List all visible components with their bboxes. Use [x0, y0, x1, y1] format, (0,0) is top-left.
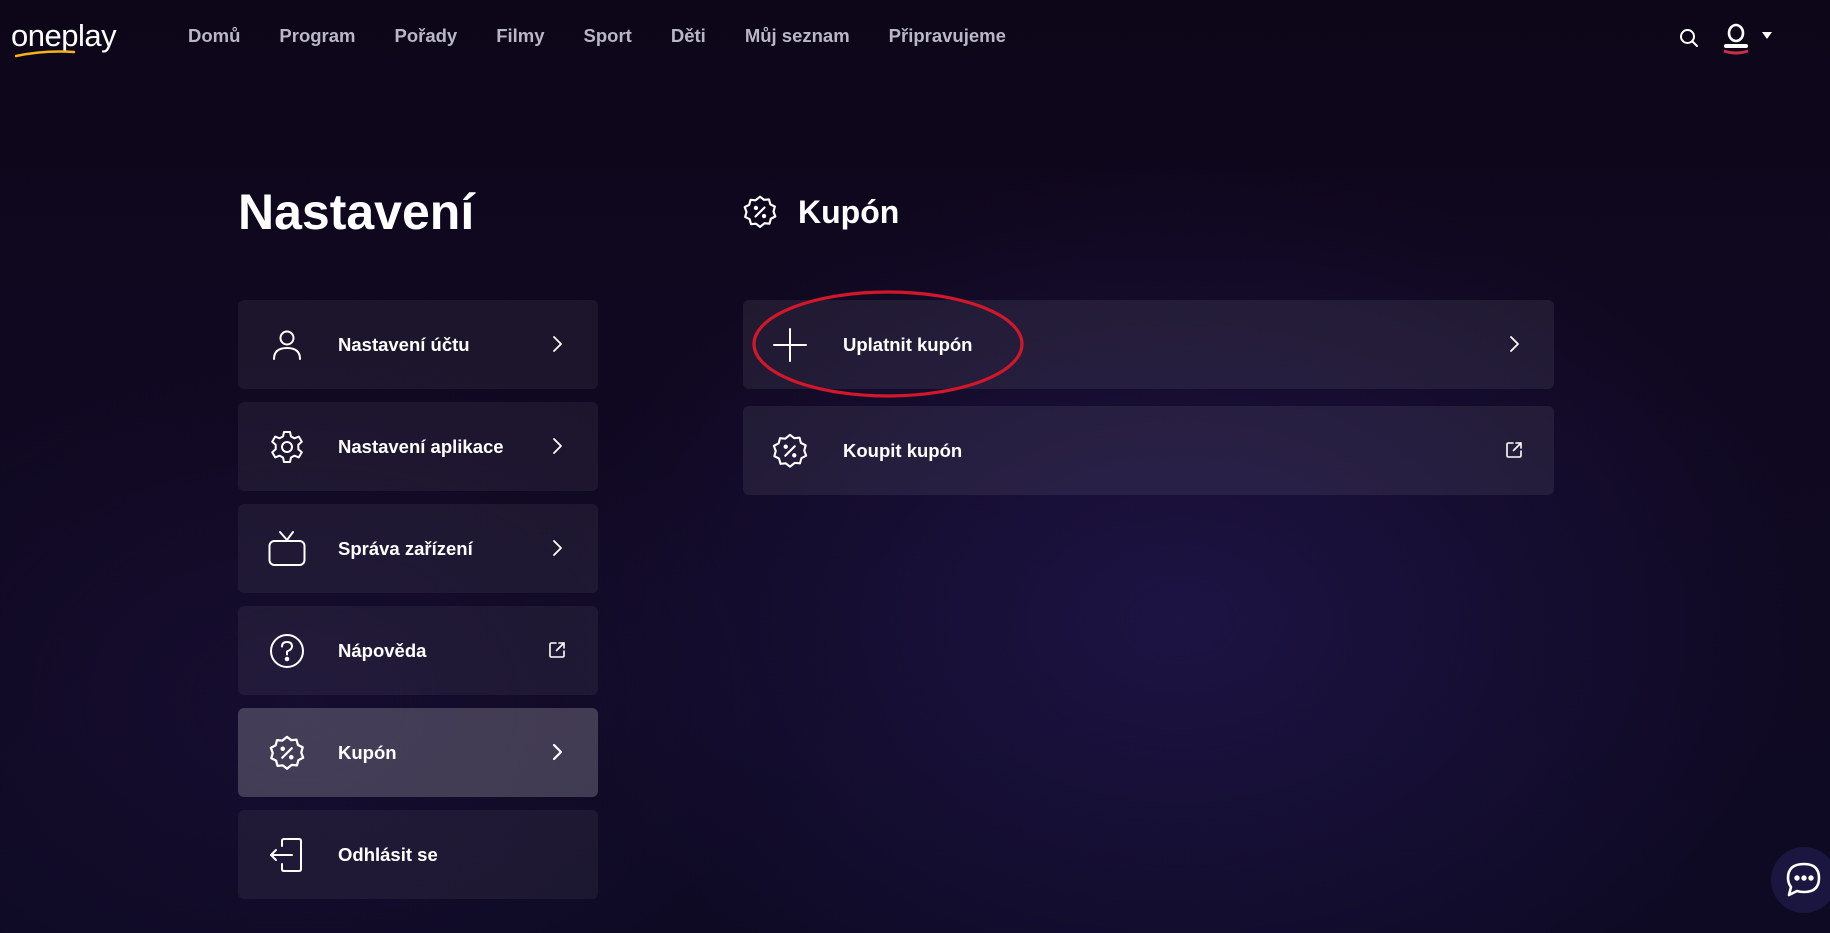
nav-item-domu[interactable]: Domů: [188, 24, 240, 48]
section-header: Kupón: [742, 192, 899, 232]
page-title: Nastavení: [238, 184, 475, 240]
help-icon: [270, 634, 304, 668]
plus-icon: [773, 328, 807, 362]
nav-item-deti[interactable]: Děti: [671, 24, 706, 48]
sidebar-item-label: Nastavení účtu: [338, 334, 470, 355]
external-link-icon: [1506, 442, 1522, 458]
user-icon: [273, 330, 301, 360]
sidebar-item-label: Kupón: [338, 742, 397, 763]
profile-dropdown-caret-icon[interactable]: [1760, 28, 1774, 42]
sidebar-item-logout[interactable]: Odhlásit se: [238, 810, 598, 899]
chevron-right-icon: [553, 336, 562, 352]
coupon-actions: Uplatnit kupón Koupit kupón: [743, 300, 1554, 512]
sidebar-item-label: Nastavení aplikace: [338, 436, 504, 457]
sidebar-item-device-management[interactable]: Správa zařízení: [238, 504, 598, 593]
sidebar-item-label: Správa zařízení: [338, 538, 473, 559]
nav-item-pripravujeme[interactable]: Připravujeme: [889, 24, 1006, 48]
top-navigation-bar: oneplay Domů Program Pořady Filmy Sport …: [0, 0, 1830, 72]
section-title: Kupón: [798, 194, 900, 230]
nav-item-filmy[interactable]: Filmy: [496, 24, 544, 48]
tv-icon: [268, 531, 306, 566]
settings-sidebar: Nastavení účtu Nastavení aplikace Správa…: [238, 300, 598, 912]
sidebar-item-label: Odhlásit se: [338, 844, 438, 865]
chevron-right-icon: [553, 540, 562, 556]
nav-item-muj-seznam[interactable]: Můj seznam: [745, 24, 850, 48]
external-link-icon: [549, 642, 565, 658]
nav-item-porady[interactable]: Pořady: [395, 24, 458, 48]
card-label: Koupit kupón: [843, 440, 963, 461]
coupon-icon: [269, 735, 305, 770]
chevron-right-icon: [553, 438, 562, 454]
sidebar-item-account-settings[interactable]: Nastavení účtu: [238, 300, 598, 389]
buy-coupon-card[interactable]: Koupit kupón: [743, 406, 1554, 495]
sidebar-item-coupon[interactable]: Kupón: [238, 708, 598, 797]
sidebar-item-app-settings[interactable]: Nastavení aplikace: [238, 402, 598, 491]
redeem-coupon-card[interactable]: Uplatnit kupón: [743, 300, 1554, 389]
nav-item-sport[interactable]: Sport: [584, 24, 632, 48]
oneplay-logo[interactable]: oneplay: [11, 18, 133, 58]
coupon-icon: [772, 433, 808, 468]
logo-text: oneplay: [11, 18, 117, 53]
sidebar-item-help[interactable]: Nápověda: [238, 606, 598, 695]
coupon-icon: [743, 195, 777, 228]
chat-bubble-icon: [1786, 862, 1821, 897]
main-nav: Domů Program Pořady Filmy Sport Děti Můj…: [188, 24, 1045, 48]
nav-item-program[interactable]: Program: [279, 24, 355, 48]
logo-swoosh-icon: [15, 50, 75, 58]
search-icon[interactable]: [1677, 26, 1701, 50]
profile-avatar-icon[interactable]: [1720, 18, 1752, 56]
chat-support-button[interactable]: [1771, 847, 1830, 913]
chevron-right-icon: [1510, 336, 1519, 352]
card-label: Uplatnit kupón: [843, 334, 973, 355]
gear-icon: [271, 431, 303, 463]
chevron-right-icon: [552, 743, 563, 761]
sidebar-item-label: Nápověda: [338, 640, 427, 661]
logout-icon: [270, 838, 302, 872]
